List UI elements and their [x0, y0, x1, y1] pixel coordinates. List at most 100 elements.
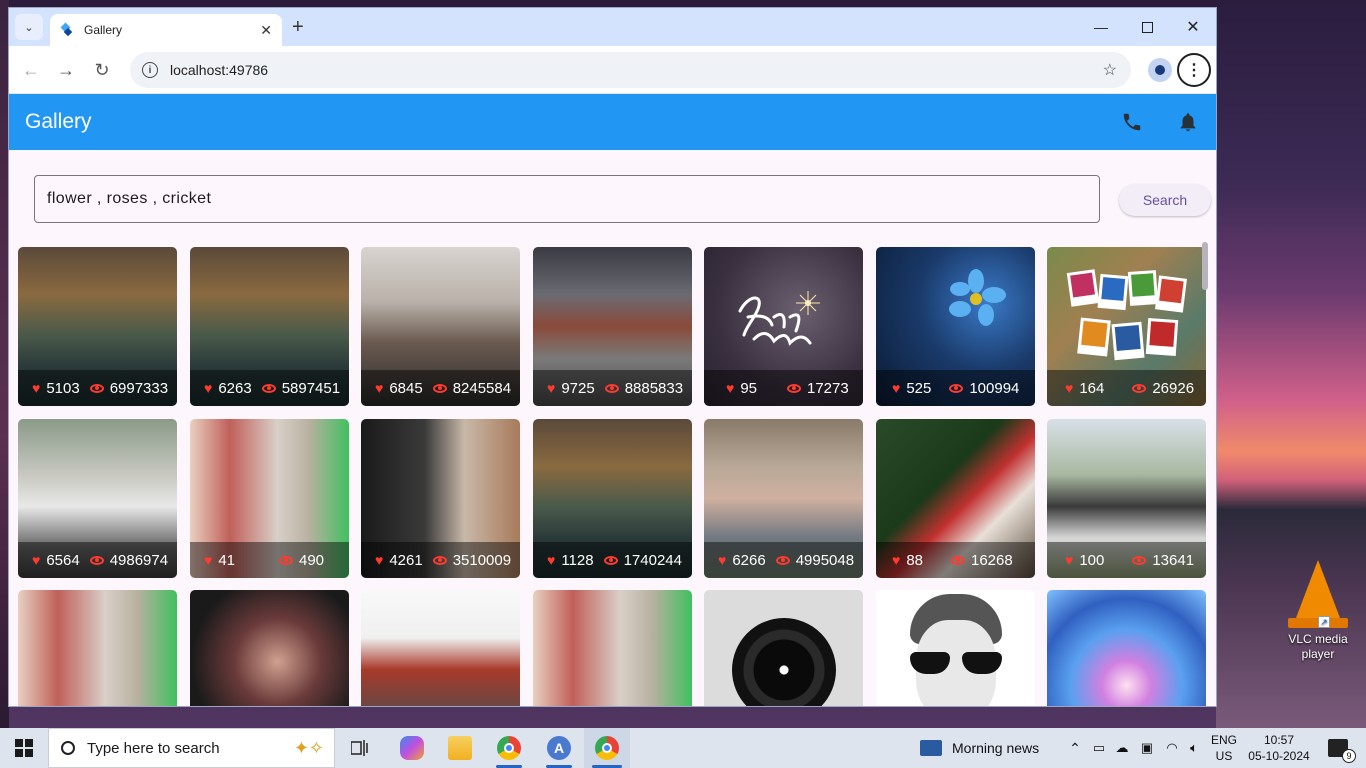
bell-icon[interactable] [1177, 111, 1199, 133]
network-adapter-icon[interactable]: ▣ [1138, 728, 1156, 768]
tray-chevron-up-icon[interactable]: ⌃ [1064, 728, 1086, 768]
notifications-button[interactable]: 9 [1320, 728, 1356, 768]
chrome-taskbar-icon[interactable] [488, 728, 530, 768]
heart-icon: ♥ [718, 552, 727, 568]
phone-icon[interactable] [1121, 111, 1143, 133]
search-input[interactable]: flower , roses , cricket [34, 175, 1100, 223]
image-card[interactable]: ♥ 95 17273 [704, 247, 863, 406]
image-card[interactable]: ♥ 6564 4986974 [18, 419, 177, 578]
luz-e-vida-logo-image [738, 291, 820, 346]
tab-gallery[interactable]: Gallery ✕ [50, 14, 282, 46]
copilot-icon[interactable] [392, 728, 432, 768]
sparkle-icon: ✦✧ [293, 737, 324, 758]
eye-icon [949, 383, 964, 393]
chrome-active-window-icon[interactable] [584, 728, 630, 768]
tab-title: Gallery [84, 23, 123, 37]
site-info-icon[interactable]: i [142, 62, 158, 78]
android-studio-icon[interactable]: A [538, 728, 580, 768]
image-card[interactable] [361, 590, 520, 706]
tab-strip: ⌄ Gallery ✕ + — ✕ [9, 8, 1216, 46]
eye-icon [432, 383, 447, 393]
tab-search-button[interactable]: ⌄ [15, 14, 43, 40]
sunglasses-icon [910, 652, 1002, 674]
image-card[interactable] [876, 590, 1035, 706]
clock[interactable]: 10:57 05-10-2024 [1244, 728, 1314, 768]
image-card[interactable]: ♥ 41 490 [190, 419, 349, 578]
heart-icon: ♥ [32, 380, 41, 396]
image-card[interactable]: ♥ 4261 3510009 [361, 419, 520, 578]
heart-icon: ♥ [1065, 380, 1074, 396]
grid-scrollbar[interactable] [1202, 242, 1208, 290]
card-stats: ♥ 9725 8885833 [533, 370, 692, 406]
notification-icon: 9 [1328, 739, 1356, 763]
image-card[interactable]: ♥ 6845 8245584 [361, 247, 520, 406]
file-explorer-icon[interactable] [440, 728, 480, 768]
eye-icon [89, 555, 104, 565]
minimize-button[interactable]: — [1078, 8, 1124, 46]
app-title: Gallery [25, 110, 92, 133]
card-stats: ♥ 6845 8245584 [361, 370, 520, 406]
meet-icon[interactable]: ▭ [1090, 728, 1108, 768]
views-count: 3510009 [452, 551, 512, 569]
maximize-button[interactable] [1124, 8, 1170, 46]
vlc-label: VLC media player [1288, 632, 1348, 661]
likes-count: 1128 [561, 551, 594, 569]
eye-icon [1132, 555, 1147, 565]
language-indicator[interactable]: ENG US [1208, 728, 1240, 768]
eye-icon [1132, 383, 1147, 393]
image-card[interactable] [190, 590, 349, 706]
image-card[interactable]: ♥ 9725 8885833 [533, 247, 692, 406]
image-card[interactable] [533, 590, 692, 706]
image-card[interactable]: ♥ 1128 1740244 [533, 419, 692, 578]
browser-menu-button[interactable]: ⋮ [1177, 53, 1211, 87]
app-bar: Gallery [9, 94, 1216, 150]
heart-icon: ♥ [375, 380, 384, 396]
image-card[interactable] [18, 590, 177, 706]
image-card[interactable]: ♥ 6266 4995048 [704, 419, 863, 578]
new-tab-button[interactable]: + [292, 17, 304, 37]
card-stats: ♥ 525 100994 [876, 370, 1035, 406]
likes-count: 88 [906, 551, 923, 569]
image-card[interactable]: ♥ 6263 5897451 [190, 247, 349, 406]
eye-icon [775, 555, 790, 565]
profile-avatar-button[interactable] [1148, 58, 1172, 82]
task-view-icon[interactable] [342, 728, 378, 768]
card-stats: ♥ 1128 1740244 [533, 542, 692, 578]
news-label: Morning news [952, 740, 1040, 756]
image-card[interactable]: ♥ 100 13641 [1047, 419, 1206, 578]
image-card[interactable]: ♥ 164 26926 [1047, 247, 1206, 406]
onedrive-icon[interactable]: ☁ [1112, 728, 1132, 768]
card-stats: ♥ 5103 6997333 [18, 370, 177, 406]
heart-icon: ♥ [547, 380, 556, 396]
card-stats: ♥ 6263 5897451 [190, 370, 349, 406]
forward-button[interactable]: → [55, 59, 77, 81]
news-widget[interactable]: Morning news [920, 728, 1050, 768]
taskbar-search-box[interactable]: Type here to search ✦✧ [48, 728, 335, 768]
reload-button[interactable]: ↻ [91, 59, 113, 81]
image-card[interactable]: ♥ 5103 6997333 [18, 247, 177, 406]
tab-close-button[interactable]: ✕ [260, 22, 272, 39]
image-card[interactable] [1047, 590, 1206, 706]
back-button[interactable]: ← [20, 59, 42, 81]
start-button[interactable] [0, 728, 48, 768]
likes-count: 6263 [218, 379, 252, 397]
heart-icon: ♥ [204, 552, 213, 568]
flutter-favicon-icon [60, 23, 74, 37]
image-card[interactable]: ♥ 525 100994 [876, 247, 1035, 406]
bookmark-star-icon[interactable]: ☆ [1103, 60, 1117, 80]
vlc-desktop-shortcut[interactable]: ↗ VLC media player [1282, 560, 1354, 662]
image-card[interactable] [704, 590, 863, 706]
volume-icon[interactable]: 🔈︎ [1184, 728, 1204, 768]
address-bar[interactable]: i localhost:49786 ☆ [130, 52, 1131, 88]
desktop-wallpaper-left [0, 0, 9, 728]
wifi-icon[interactable]: ◠ [1162, 728, 1182, 768]
likes-count: 100 [1079, 551, 1105, 569]
eye-icon [279, 555, 293, 565]
url-text: localhost:49786 [170, 62, 269, 78]
search-button[interactable]: Search [1119, 184, 1211, 216]
image-card[interactable]: ♥ 88 16268 [876, 419, 1035, 578]
window-close-button[interactable]: ✕ [1170, 8, 1216, 46]
views-count: 16268 [971, 551, 1013, 569]
heart-icon: ♥ [892, 552, 901, 568]
card-stats: ♥ 164 26926 [1047, 370, 1206, 406]
